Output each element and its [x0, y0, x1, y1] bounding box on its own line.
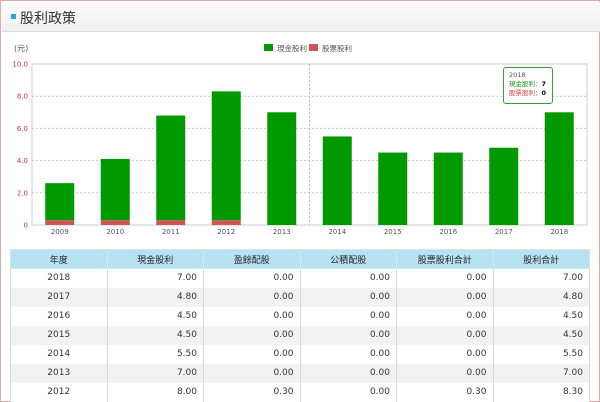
cell-earnings-stock: 0.00	[203, 325, 301, 345]
table-row: 2017 4.80 0.00 0.00 0.00 4.80	[10, 287, 590, 307]
cell-earnings-stock: 0.00	[203, 344, 301, 364]
cell-stock-total: 0.00	[396, 344, 494, 364]
cell-cash: 4.50	[106, 306, 204, 326]
tooltip-stock-label: 股票股利：	[509, 89, 542, 97]
cell-stock-total: 0.00	[396, 306, 494, 326]
cell-reserve-stock: 0.00	[299, 287, 397, 307]
table-row: 2015 4.50 0.00 0.00 0.00 4.50	[10, 325, 590, 345]
col-header-dividend-total[interactable]: 股利合計	[492, 249, 590, 269]
cell-total: 7.00	[492, 363, 590, 383]
x-tick-label: 2018	[550, 228, 568, 236]
cell-stock-total: 0.00	[396, 325, 494, 345]
cell-cash: 4.80	[106, 287, 204, 307]
bar-cash-dividend	[322, 136, 352, 225]
cell-stock-total: 0.00	[396, 363, 494, 383]
x-tick-label: 2013	[273, 228, 291, 236]
bar-stock-dividend	[211, 220, 241, 225]
cell-reserve-stock: 0.00	[299, 325, 397, 345]
tooltip-cash-row: 現金股利：7	[509, 80, 552, 89]
cell-cash: 7.00	[106, 363, 204, 383]
y-tick-label: 6.0	[17, 125, 28, 133]
bar-cash-dividend	[378, 152, 408, 225]
cell-earnings-stock: 0.00	[203, 306, 301, 326]
cell-year: 2014	[10, 344, 108, 364]
table-row: 2013 7.00 0.00 0.00 0.00 7.00	[10, 363, 590, 383]
cell-earnings-stock: 0.00	[203, 363, 301, 383]
x-tick-label: 2015	[384, 228, 402, 236]
cell-cash: 8.00	[106, 382, 204, 402]
x-tick-label: 2009	[51, 228, 69, 236]
tooltip-cash-value: 7	[541, 80, 547, 88]
chart-tooltip: 2018 現金股利：7 股票股利：0	[503, 67, 553, 104]
table-row: 2014 5.50 0.00 0.00 0.00 5.50	[10, 344, 590, 364]
y-tick-label: 2.0	[17, 189, 28, 197]
cell-cash: 4.50	[106, 325, 204, 345]
cell-earnings-stock: 0.00	[203, 268, 301, 288]
cell-year: 2015	[10, 325, 108, 345]
x-tick-label: 2017	[495, 228, 513, 236]
cell-year: 2016	[10, 306, 108, 326]
cell-year: 2013	[10, 363, 108, 383]
y-tick-label: 0	[24, 222, 28, 230]
cell-reserve-stock: 0.00	[299, 268, 397, 288]
cell-reserve-stock: 0.00	[299, 363, 397, 383]
x-tick-label: 2012	[217, 228, 235, 236]
cell-cash: 7.00	[106, 268, 204, 288]
bar-cash-dividend	[433, 152, 463, 225]
table-header-row: 年度 現金股利 盈餘配股 公積配股 股票股利合計 股利合計	[10, 249, 590, 269]
cell-earnings-stock: 0.30	[203, 382, 301, 402]
cell-total: 7.00	[492, 268, 590, 288]
tooltip-year: 2018	[509, 71, 526, 79]
bar-cash-dividend	[267, 112, 297, 225]
bar-cash-dividend	[544, 112, 574, 225]
col-header-reserve-stock[interactable]: 公積配股	[299, 249, 397, 269]
tooltip-stock-row: 股票股利：0	[509, 89, 552, 98]
bar-cash-dividend	[100, 158, 130, 221]
x-tick-label: 2010	[106, 228, 124, 236]
cell-reserve-stock: 0.00	[299, 344, 397, 364]
cell-stock-total: 0.00	[396, 287, 494, 307]
cell-year: 2018	[10, 268, 108, 288]
bar-cash-dividend	[156, 115, 186, 221]
col-header-year[interactable]: 年度	[10, 249, 108, 269]
bar-cash-dividend	[45, 183, 75, 221]
cell-year: 2017	[10, 287, 108, 307]
bar-stock-dividend	[156, 220, 186, 225]
cell-stock-total: 0.00	[396, 268, 494, 288]
cell-reserve-stock: 0.00	[299, 306, 397, 326]
cell-total: 8.30	[492, 382, 590, 402]
cell-total: 5.50	[492, 344, 590, 364]
cell-total: 4.50	[492, 306, 590, 326]
dividend-bar-chart: 0 2.0 4.0 6.0 8.0 10.0 2009 2010 2011 2012 2013 201…	[12, 61, 588, 236]
table-row: 2012 8.00 0.30 0.00 0.30 8.30	[10, 382, 590, 402]
col-header-stock-total[interactable]: 股票股利合計	[396, 249, 494, 269]
x-tick-label: 2014	[328, 228, 346, 236]
bar-cash-dividend	[211, 91, 241, 221]
cell-stock-total: 0.30	[396, 382, 494, 402]
cell-earnings-stock: 0.00	[203, 287, 301, 307]
tooltip-cash-label: 現金股利：	[509, 80, 542, 88]
tooltip-stock-value: 0	[541, 89, 547, 97]
cell-reserve-stock: 0.00	[299, 382, 397, 402]
x-tick-label: 2016	[439, 228, 457, 236]
bar-cash-dividend	[489, 147, 519, 225]
col-header-earnings-stock[interactable]: 盈餘配股	[203, 249, 301, 269]
x-tick-label: 2011	[162, 228, 180, 236]
y-tick-label: 4.0	[17, 157, 28, 165]
bar-stock-dividend	[100, 220, 130, 225]
y-tick-label: 10.0	[12, 61, 28, 69]
cell-total: 4.50	[492, 325, 590, 345]
y-tick-label: 8.0	[17, 93, 28, 101]
dividend-table: 年度 現金股利 盈餘配股 公積配股 股票股利合計 股利合計 2018 7.00 0.…	[10, 249, 590, 402]
bar-stock-dividend	[45, 220, 75, 225]
col-header-cash-dividend[interactable]: 現金股利	[106, 249, 204, 269]
table-row: 2018 7.00 0.00 0.00 0.00 7.00	[10, 268, 590, 288]
cell-cash: 5.50	[106, 344, 204, 364]
cell-year: 2012	[10, 382, 108, 402]
table-row: 2016 4.50 0.00 0.00 0.00 4.50	[10, 306, 590, 326]
cell-total: 4.80	[492, 287, 590, 307]
